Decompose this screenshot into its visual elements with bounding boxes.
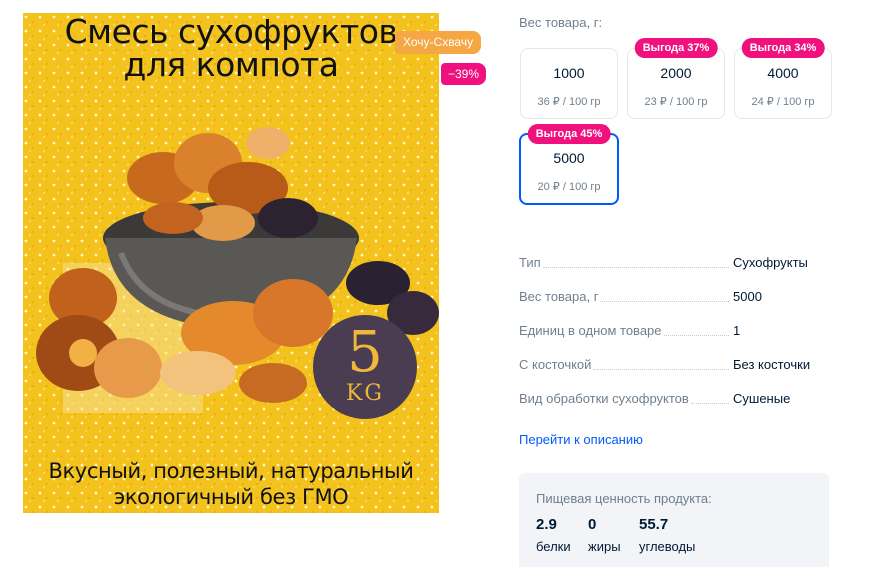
weight-selector-label: Вес товара, г: (519, 15, 603, 30)
characteristic-row: Вид обработки сухофруктов Сушеные (519, 390, 791, 408)
characteristic-row: С косточкой Без косточки (519, 356, 811, 374)
nutrition-carbs: 55.7 углеводы (639, 516, 696, 554)
nutrition-fat: 0 жиры (588, 516, 621, 554)
characteristics-list: Тип Сухофрукты Вес товара, г 5000 Единиц… (519, 254, 819, 424)
benefit-badge: Выгода 45% (527, 124, 611, 144)
promo-sticker: Хочу-Схвачу (395, 31, 482, 54)
discount-sticker: −39% (441, 63, 487, 85)
product-image[interactable]: Смесь сухофруктов для компота 5 KG Вкусн… (23, 13, 439, 513)
nutrition-title: Пищевая ценность продукта: (536, 491, 712, 506)
weight-option-5000[interactable]: Выгода 45% 5000 20 ₽ / 100 гр (519, 124, 619, 205)
nutrition-protein: 2.9 белки (536, 516, 571, 554)
weight-option-2000[interactable]: Выгода 37% 2000 23 ₽ / 100 гр (627, 38, 725, 119)
characteristic-row: Единиц в одном товаре 1 (519, 322, 741, 340)
image-title: Смесь сухофруктов для компота (64, 13, 398, 84)
image-caption: Вкусный, полезный, натуральный экологичн… (48, 459, 414, 509)
weight-option-4000[interactable]: Выгода 34% 4000 24 ₽ / 100 гр (734, 38, 832, 119)
weight-option-1000[interactable]: 1000 36 ₽ / 100 гр (520, 48, 618, 119)
benefit-badge: Выгода 34% (741, 38, 825, 58)
go-to-description-link[interactable]: Перейти к описанию (519, 432, 643, 447)
characteristic-row: Тип Сухофрукты (519, 254, 808, 272)
benefit-badge: Выгода 37% (634, 38, 718, 58)
weight-kg-badge: 5 KG (313, 315, 417, 419)
nutrition-panel: Пищевая ценность продукта: 2.9 белки 0 ж… (519, 473, 829, 567)
characteristic-row: Вес товара, г 5000 (519, 288, 762, 306)
dried-fruit-illustration (23, 13, 439, 513)
